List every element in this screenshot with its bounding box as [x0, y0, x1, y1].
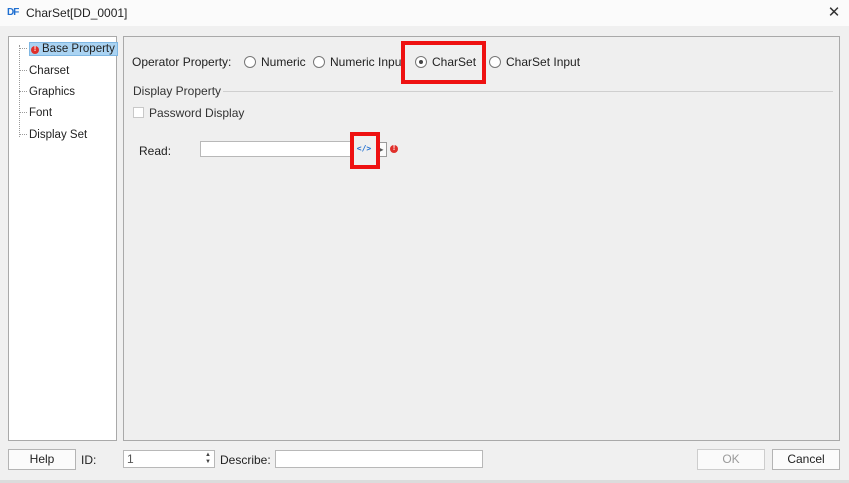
tree-item-label: Charset: [29, 65, 70, 77]
checkbox-icon: [133, 107, 144, 118]
highlight-box-charset: [401, 41, 486, 84]
radio-button-icon: [244, 56, 256, 68]
close-button[interactable]: ✕: [819, 0, 849, 26]
section-title: Display Property: [133, 84, 222, 98]
tree-item-label: Display Set: [29, 129, 88, 141]
highlight-box-code-button: [350, 132, 380, 169]
chevron-down-icon[interactable]: ▼: [204, 459, 212, 466]
id-label: ID:: [81, 453, 97, 467]
radio-numeric-input[interactable]: Numeric Input: [313, 53, 405, 71]
dialog-body: ! Base Property Charset Graphics Font Dis…: [0, 26, 849, 483]
tree-item-label: Base Property: [42, 43, 115, 55]
title-bar: DF CharSet[DD_0001] ✕: [0, 0, 849, 26]
tree-item-label: Graphics: [29, 86, 76, 98]
cancel-button[interactable]: Cancel: [772, 449, 840, 470]
radio-numeric[interactable]: Numeric: [244, 53, 306, 71]
describe-input[interactable]: [275, 450, 483, 468]
app-logo-icon: DF: [7, 7, 19, 18]
section-divider: [223, 91, 833, 92]
read-address-input[interactable]: [200, 141, 352, 157]
spin-arrows[interactable]: ▲ ▼: [204, 452, 212, 466]
window-title: CharSet[DD_0001]: [26, 6, 128, 20]
tree-item-font[interactable]: Font: [19, 104, 52, 122]
describe-label: Describe:: [220, 453, 271, 467]
radio-charset-input[interactable]: CharSet Input: [489, 53, 580, 71]
display-property-section: Display Property: [133, 84, 833, 98]
ok-button[interactable]: OK: [697, 449, 765, 470]
radio-button-icon: [313, 56, 325, 68]
id-value: 1: [127, 452, 134, 466]
chevron-up-icon[interactable]: ▲: [204, 452, 212, 459]
id-spinbox[interactable]: 1 ▲ ▼: [123, 450, 215, 468]
password-display-checkbox[interactable]: Password Display: [133, 106, 244, 120]
error-icon: !: [390, 145, 398, 153]
property-panel: Operator Property: Numeric Numeric Input…: [123, 36, 840, 441]
error-icon: !: [31, 46, 39, 54]
radio-button-icon: [489, 56, 501, 68]
tree-item-label: Font: [29, 107, 53, 119]
tree-item-graphics[interactable]: Graphics: [19, 83, 75, 101]
nav-tree: ! Base Property Charset Graphics Font Dis…: [8, 36, 118, 441]
read-label: Read:: [139, 144, 172, 158]
tree-item-charset[interactable]: Charset: [19, 62, 69, 80]
operator-property-label: Operator Property:: [132, 55, 232, 69]
tree-item-display-set[interactable]: Display Set: [19, 126, 87, 144]
tree-item-base-property[interactable]: ! Base Property: [19, 40, 118, 58]
help-button[interactable]: Help: [8, 449, 76, 470]
